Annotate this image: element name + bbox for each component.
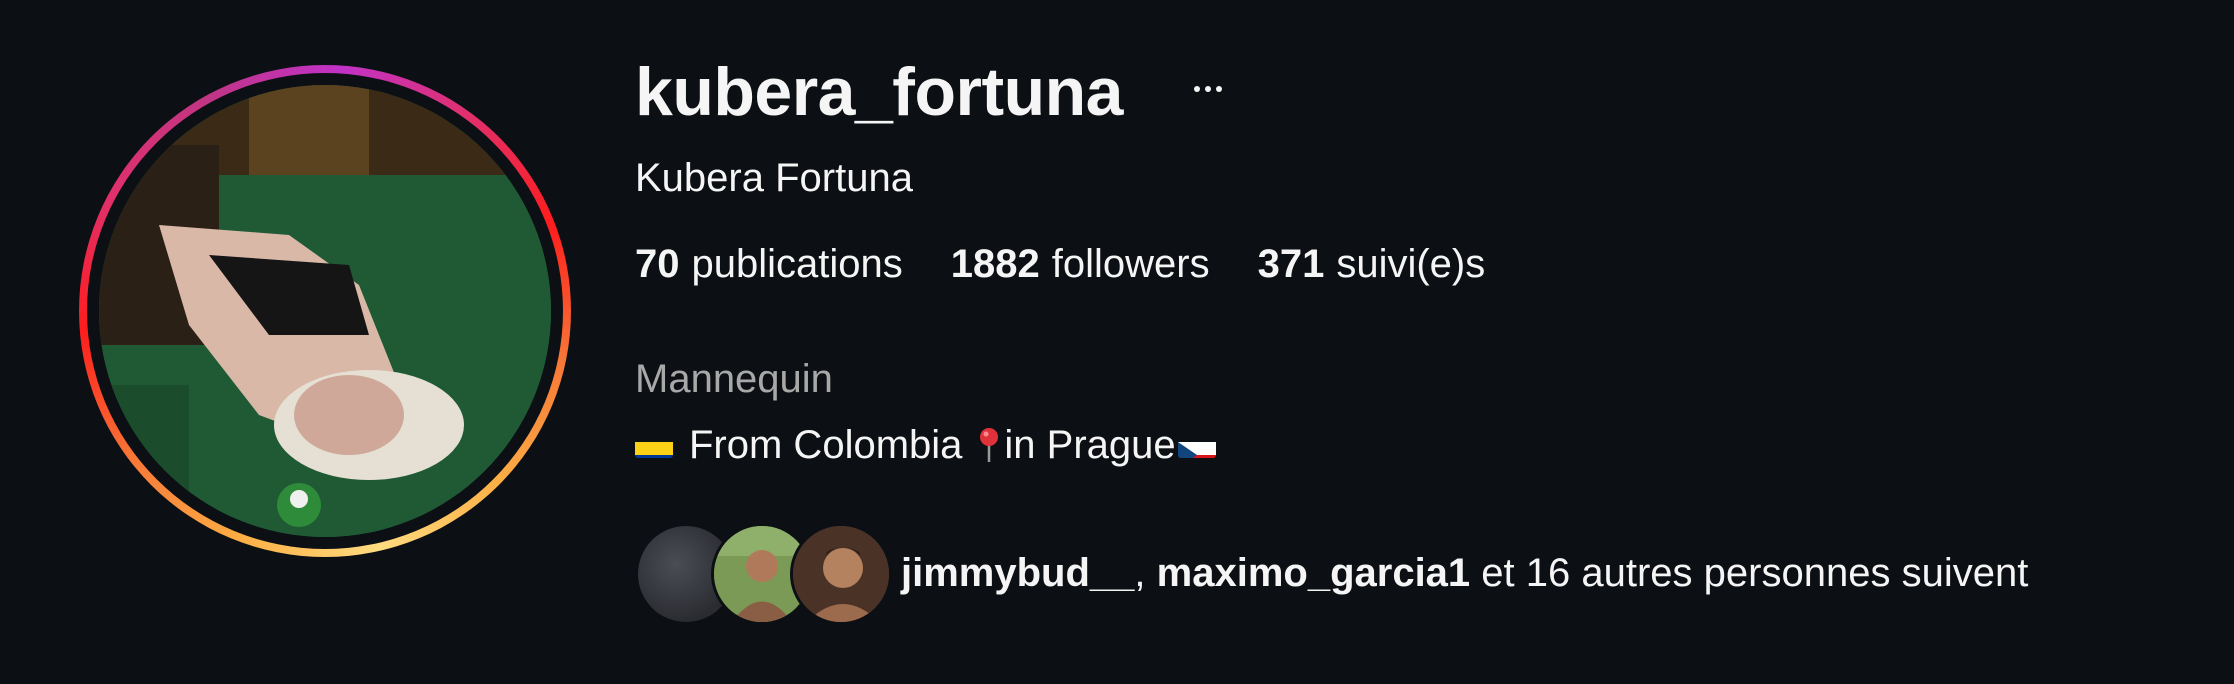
followers-link[interactable]: 1882 followers xyxy=(951,241,1210,287)
bio-from-text: From Colombia xyxy=(689,423,963,467)
profile-avatar[interactable] xyxy=(99,85,551,537)
czech-flag-icon xyxy=(1177,432,1216,458)
profile-full-name: Kubera Fortuna xyxy=(635,156,913,200)
followed-by-text: jimmybud__, maximo_garcia1 et 16 autres … xyxy=(901,550,2028,596)
posts-count: 70 xyxy=(635,242,680,286)
posts-label: publications xyxy=(691,242,903,286)
followed-by-rest: et 16 autres personnes suivent xyxy=(1481,551,2029,595)
more-dot xyxy=(1205,86,1211,92)
followed-by-separator: , xyxy=(1134,551,1146,595)
more-dot xyxy=(1216,86,1222,92)
profile-username: kubera_fortuna xyxy=(635,54,1124,130)
profile-avatar-story-ring[interactable] xyxy=(79,65,571,557)
following-link[interactable]: 371 suivi(e)s xyxy=(1258,241,1486,287)
profile-bio: From Colombia in Prague xyxy=(635,422,1216,468)
bio-in-text: in Prague xyxy=(1004,423,1176,467)
followers-label: followers xyxy=(1051,242,1210,286)
avatar-photo-image xyxy=(99,85,551,537)
colombia-flag-icon xyxy=(635,432,673,458)
followed-by-avatars xyxy=(635,523,897,625)
followed-by-section[interactable]: jimmybud__, maximo_garcia1 et 16 autres … xyxy=(635,523,2028,625)
following-label: suivi(e)s xyxy=(1336,242,1486,286)
follower-username-1[interactable]: jimmybud__ xyxy=(901,551,1134,595)
profile-stats: 70 publications 1882 followers 371 suivi… xyxy=(635,241,1485,287)
round-pushpin-icon xyxy=(978,427,1000,463)
profile-header: kubera_fortuna Kubera Fortuna 70 publica… xyxy=(0,0,2234,684)
more-options-button[interactable] xyxy=(1188,66,1228,112)
follower-username-2[interactable]: maximo_garcia1 xyxy=(1157,551,1471,595)
posts-stat: 70 publications xyxy=(635,241,903,287)
following-count: 371 xyxy=(1257,242,1325,286)
profile-category: Mannequin xyxy=(635,357,833,401)
follower-avatar xyxy=(790,523,892,625)
followers-count: 1882 xyxy=(950,242,1040,286)
more-horizontal-icon xyxy=(1194,86,1200,92)
